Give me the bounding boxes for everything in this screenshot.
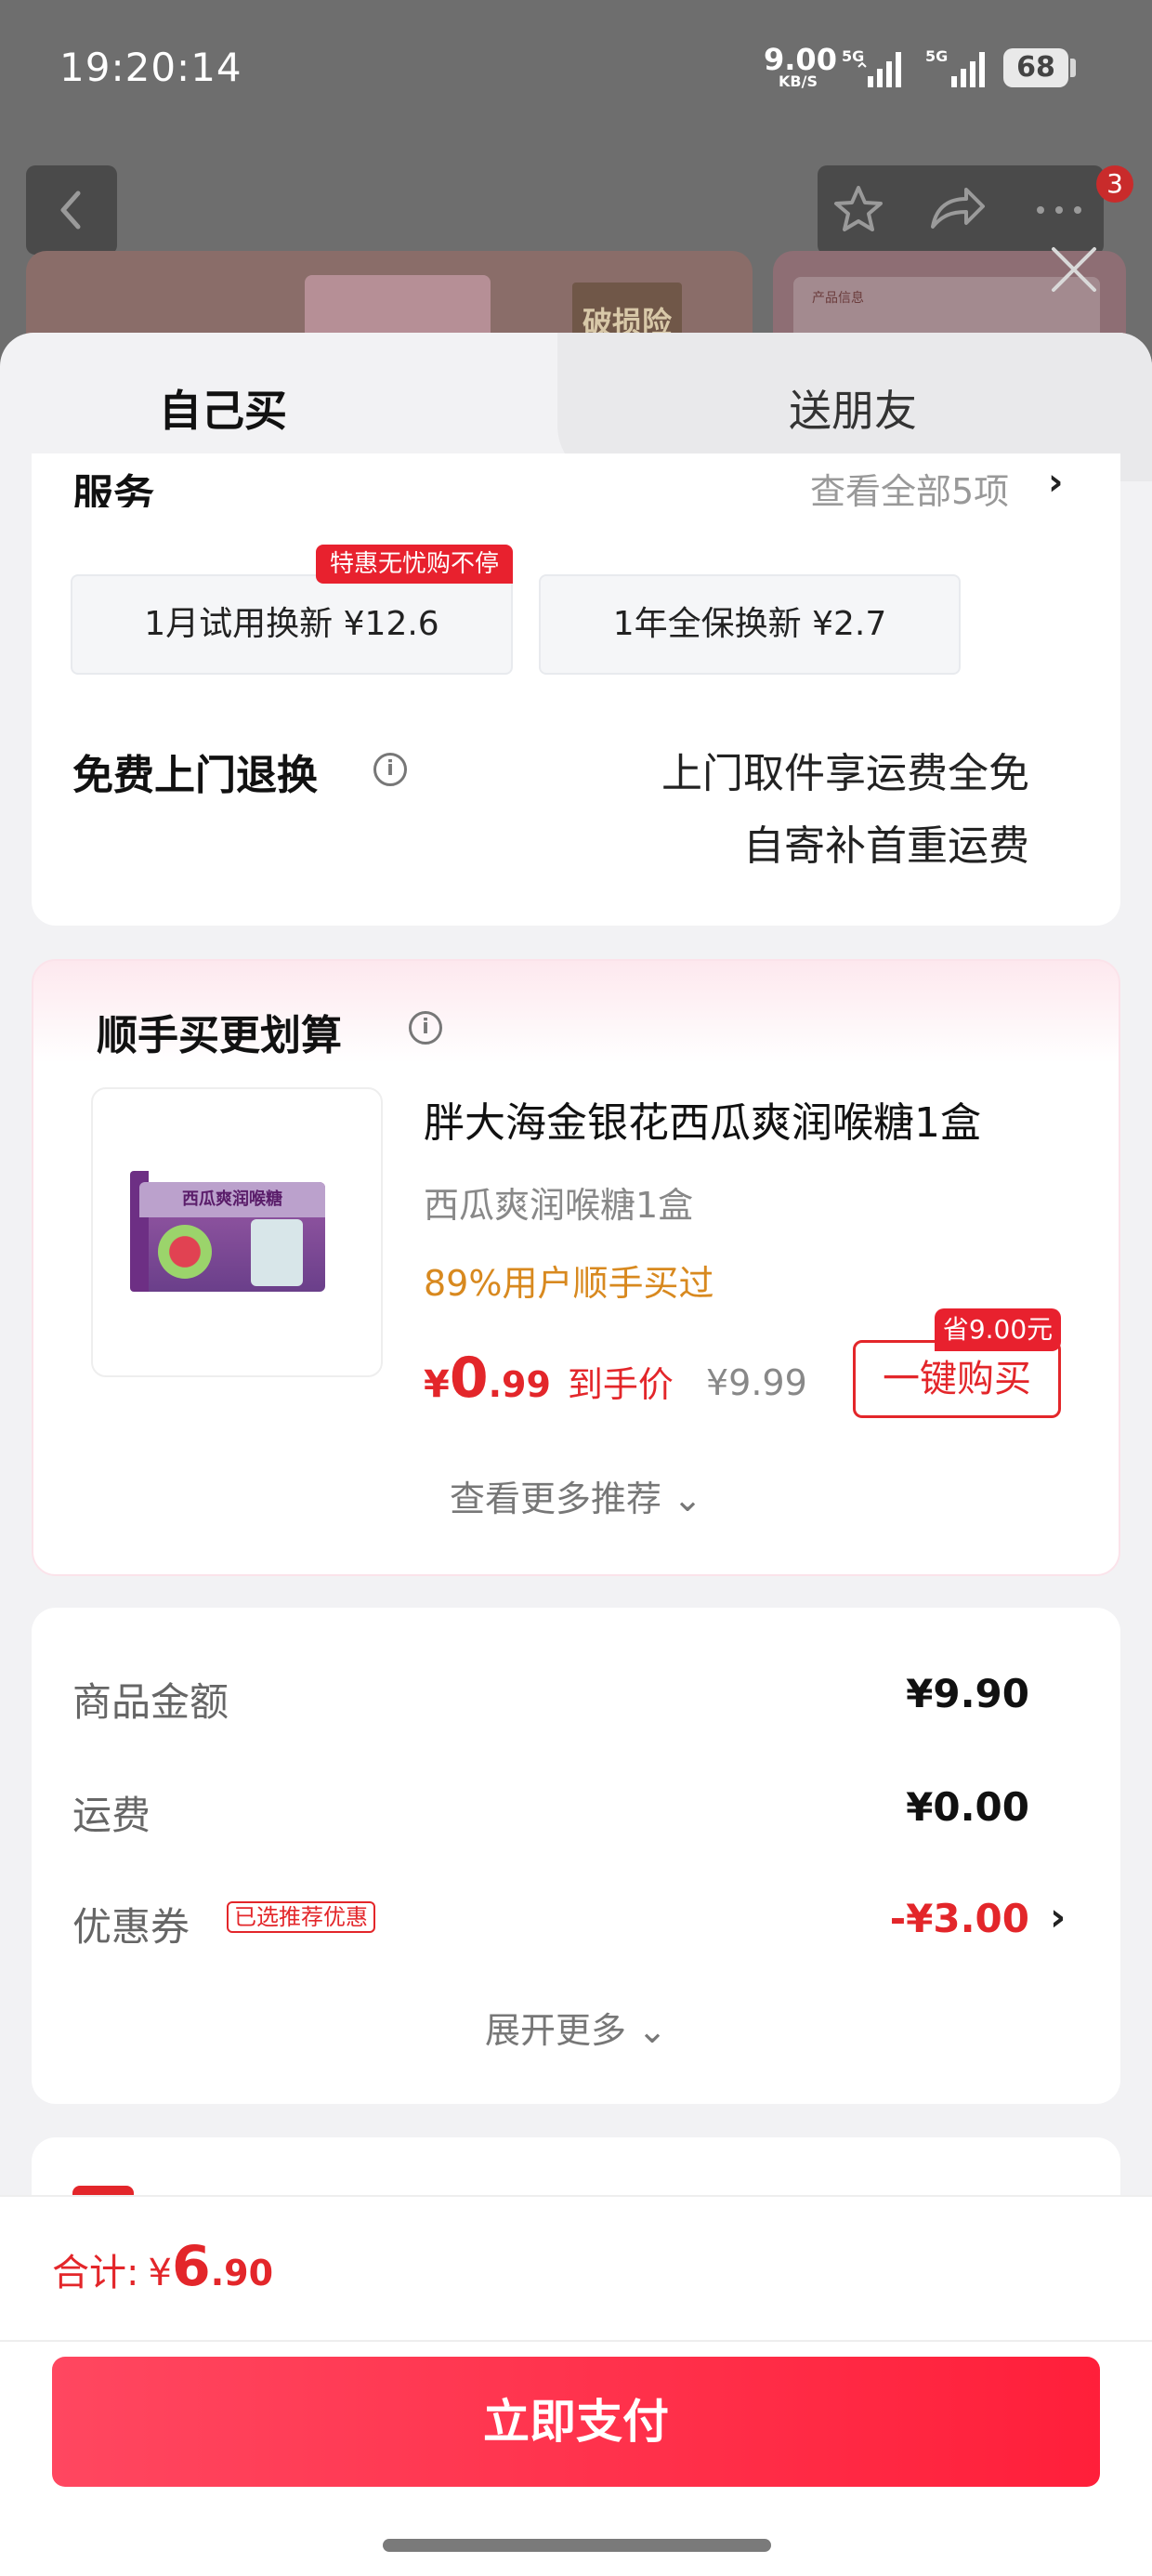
order-total: 合计: ¥6.90 bbox=[52, 2234, 274, 2299]
service-option-full-year[interactable]: 1年全保换新 ¥2.7 bbox=[539, 574, 961, 675]
star-icon[interactable] bbox=[831, 182, 886, 238]
free-return-line-2: 自寄补首重运费 bbox=[743, 822, 1029, 870]
coupon-tag: 已选推荐优惠 bbox=[227, 1901, 375, 1933]
chevron-left-icon bbox=[60, 191, 81, 230]
free-return-title: 免费上门退换 bbox=[72, 752, 318, 799]
network-speed: 9.00 KB/S bbox=[764, 42, 837, 90]
addon-final-price: ¥0.99 到手价 bbox=[424, 1346, 674, 1411]
service-option-badge: 特惠无忧购不停 bbox=[316, 545, 513, 584]
share-icon[interactable] bbox=[927, 182, 987, 238]
addon-title: 顺手买更划算 bbox=[97, 1012, 342, 1059]
info-icon[interactable]: i bbox=[373, 753, 407, 786]
battery-tip bbox=[1070, 59, 1076, 77]
service-view-all[interactable]: 查看全部5项 bbox=[810, 470, 1009, 507]
view-more-recommendations[interactable]: 查看更多推荐 ⌄ bbox=[0, 1470, 1152, 1521]
summary-label-coupon: 优惠券 bbox=[72, 1904, 190, 1950]
chevron-right-icon[interactable]: › bbox=[1050, 1894, 1066, 1939]
back-button[interactable] bbox=[26, 165, 117, 255]
service-header: 服务 查看全部5项 › bbox=[0, 470, 1152, 507]
signal-icon: 5G bbox=[842, 47, 901, 87]
status-bar: 19:20:14 9.00 KB/S 5G 5G 68 bbox=[0, 0, 1152, 139]
one-click-buy-button[interactable]: 一键购买 bbox=[853, 1340, 1061, 1418]
status-time: 19:20:14 bbox=[59, 45, 242, 90]
addon-product-name[interactable]: 胖大海金银花西瓜爽润喉糖1盒 bbox=[424, 1089, 981, 1149]
summary-label-shipping: 运费 bbox=[72, 1793, 151, 1838]
addon-product-image[interactable]: 西瓜爽润喉糖 bbox=[91, 1087, 383, 1377]
battery-icon: 68 bbox=[1003, 48, 1068, 87]
free-return-line-1: 上门取件享运费全免 bbox=[661, 750, 1029, 797]
signal-icon: 5G bbox=[925, 47, 985, 87]
info-icon[interactable]: i bbox=[409, 1011, 442, 1045]
svg-text:5G: 5G bbox=[842, 47, 864, 65]
summary-value-shipping: ¥0.00 bbox=[906, 1784, 1029, 1830]
summary-value-subtotal: ¥9.90 bbox=[906, 1671, 1029, 1716]
addon-product-spec: 西瓜爽润喉糖1盒 bbox=[424, 1185, 694, 1226]
home-indicator[interactable] bbox=[383, 2539, 771, 2552]
summary-label-subtotal: 商品金额 bbox=[72, 1679, 229, 1725]
service-option-trial[interactable]: 1月试用换新 ¥12.6 bbox=[71, 574, 513, 675]
chevron-right-icon: › bbox=[1048, 470, 1064, 504]
expand-more-button[interactable]: 展开更多 ⌄ bbox=[0, 2002, 1152, 2053]
addon-original-price: ¥9.99 bbox=[706, 1362, 807, 1403]
service-title: 服务 bbox=[72, 471, 154, 507]
product-package: 西瓜爽润喉糖 bbox=[130, 1171, 325, 1292]
more-icon[interactable] bbox=[1033, 201, 1089, 219]
pay-now-button[interactable]: 立即支付 bbox=[52, 2357, 1100, 2487]
addon-popularity: 89%用户顺手买过 bbox=[424, 1263, 714, 1304]
svg-text:5G: 5G bbox=[925, 47, 948, 65]
divider bbox=[0, 2340, 1152, 2342]
coupon-value[interactable]: -¥3.00 bbox=[890, 1896, 1029, 1941]
notification-badge: 3 bbox=[1096, 165, 1133, 203]
checkout-sheet: 自己买 送朋友 服务 查看全部5项 › 1月试用换新 ¥12.6 特惠无忧购不停… bbox=[0, 333, 1152, 2576]
addon-save-badge: 省9.00元 bbox=[935, 1308, 1061, 1351]
close-icon[interactable] bbox=[1044, 240, 1104, 299]
